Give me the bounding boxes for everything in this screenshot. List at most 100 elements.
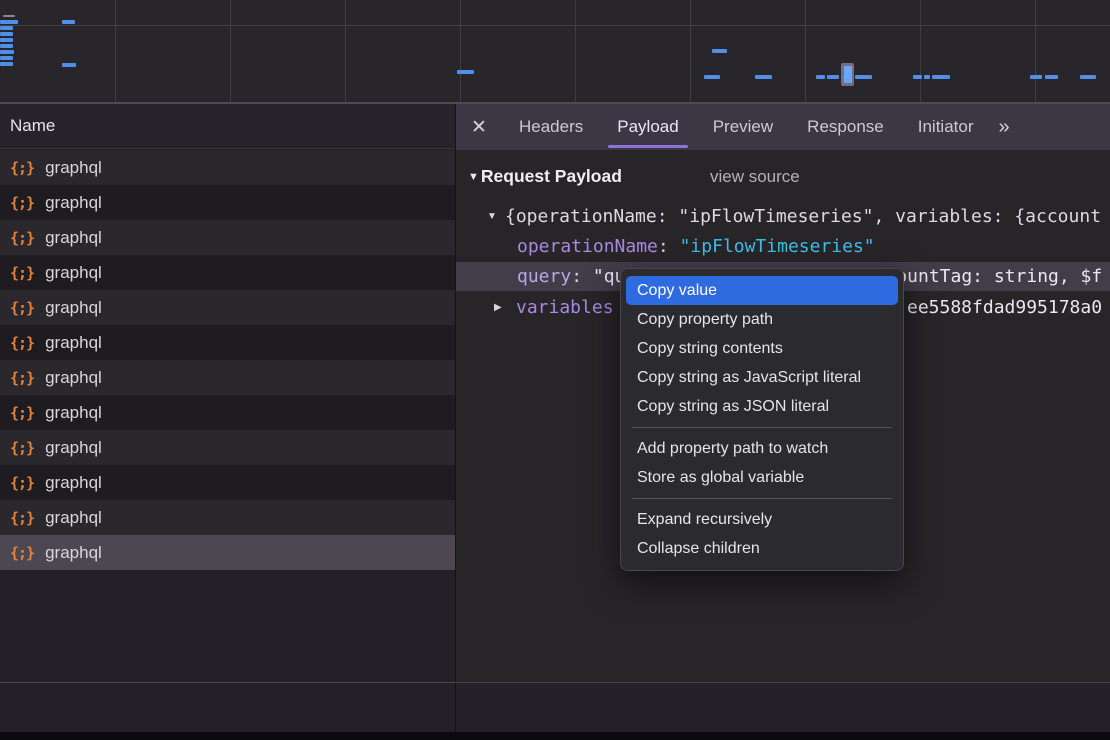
tab-initiator[interactable]: Initiator (901, 104, 991, 150)
overview-gridline (575, 0, 576, 102)
request-timing-bar (855, 75, 872, 79)
request-name: graphql (45, 543, 102, 563)
request-name: graphql (45, 438, 102, 458)
request-row[interactable]: {;}graphql (0, 150, 455, 185)
request-row[interactable]: {;} graphql (0, 535, 455, 570)
json-request-icon: {;} (10, 229, 34, 247)
request-name: graphql (45, 228, 102, 248)
request-timing-bar (62, 20, 75, 24)
property-value: "ipFlowTimeseries" (680, 236, 875, 257)
close-icon[interactable]: ✕ (456, 116, 502, 139)
menu-item-expand-recursively[interactable]: Expand recursively (626, 505, 898, 534)
request-timing-bar (62, 63, 76, 67)
request-row[interactable]: {;}graphql (0, 290, 455, 325)
tab-payload[interactable]: Payload (600, 104, 695, 150)
json-request-icon: {;} (10, 334, 34, 352)
tab-label: Headers (519, 117, 583, 137)
request-timing-bar (0, 20, 18, 24)
request-timing-bar (704, 75, 720, 79)
request-row[interactable]: {;} graphql (0, 500, 455, 535)
request-timing-bar (932, 75, 950, 79)
overview-gridline (460, 0, 461, 102)
request-row[interactable]: {;} graphql (0, 360, 455, 395)
request-row[interactable]: {;} graphql (0, 325, 455, 360)
tab-preview[interactable]: Preview (696, 104, 790, 150)
section-title: Request Payload (481, 166, 622, 187)
tab-overflow-icon[interactable]: » (998, 116, 1007, 139)
request-name: graphql (45, 333, 102, 353)
menu-item-copy-string-as-json-literal[interactable]: Copy string as JSON literal (626, 392, 898, 421)
tab-label: Initiator (918, 117, 974, 137)
request-name: graphql (45, 368, 102, 388)
json-request-icon: {;} (10, 194, 34, 212)
request-name: graphql (45, 403, 102, 423)
json-request-icon: {;} (10, 474, 34, 492)
menu-divider (632, 427, 892, 428)
json-request-icon: {;} (10, 509, 34, 527)
request-name: graphql (45, 263, 102, 283)
collapse-icon[interactable]: ▼ (487, 211, 497, 222)
overview-gridline (805, 0, 806, 102)
expand-icon[interactable]: ▶ (494, 302, 502, 313)
request-row[interactable]: {;} graphql (0, 220, 455, 255)
request-timing-bar (755, 75, 772, 79)
view-source-toggle[interactable]: view source (710, 167, 800, 187)
property-value-fragment: ee5588fdad995178a0 (907, 297, 1102, 318)
request-payload-section[interactable]: ▼ Request Payload (468, 166, 622, 187)
section-collapse-icon[interactable]: ▼ (468, 171, 479, 183)
context-menu: Copy valueCopy property pathCopy string … (620, 268, 904, 571)
overview-gridline (920, 0, 921, 102)
menu-item-copy-property-path[interactable]: Copy property path (626, 305, 898, 334)
overview-highlight-bar (844, 66, 852, 83)
request-name: graphql (45, 508, 102, 528)
devtools-network-panel: Name {;} graphql {;} graphql {;} graphql {;} gr… (0, 0, 1110, 740)
request-timing-bar (0, 62, 13, 66)
property-key: query (517, 266, 571, 287)
window-bottom-edge (0, 732, 1110, 740)
overview-gridline (230, 0, 231, 102)
tab-label: Preview (713, 117, 773, 137)
payload-root-row[interactable]: ▼ {operationName: "ipFlowTimeseries", va… (456, 201, 1110, 231)
overview-baseline (0, 25, 1110, 26)
request-timing-bar (1080, 75, 1096, 79)
menu-item-copy-string-contents[interactable]: Copy string contents (626, 334, 898, 363)
request-name: graphql (45, 158, 102, 178)
menu-item-copy-value[interactable]: Copy value (626, 276, 898, 305)
request-row[interactable]: {;} graphql (0, 465, 455, 500)
tab-label: Payload (617, 117, 678, 137)
request-name: graphql (45, 193, 102, 213)
menu-item-add-property-path-to-watch[interactable]: Add property path to watch (626, 434, 898, 463)
request-timing-bar (913, 75, 922, 79)
operation-name-row[interactable]: operationName: "ipFlowTimeseries" (456, 231, 1110, 261)
request-timing-bar (457, 70, 474, 74)
menu-item-copy-string-as-javascript-literal[interactable]: Copy string as JavaScript literal (626, 363, 898, 392)
request-row[interactable]: {;}graphql (0, 255, 455, 290)
request-row[interactable]: {;} graphql (0, 185, 455, 220)
request-timing-bar (0, 56, 13, 60)
json-request-icon: {;} (10, 544, 34, 562)
tab-headers[interactable]: Headers (502, 104, 600, 150)
tab-response[interactable]: Response (790, 104, 901, 150)
request-timing-bar (1030, 75, 1042, 79)
name-column-header[interactable]: Name (0, 104, 455, 149)
request-timing-bar (0, 32, 13, 36)
request-timing-bar (1045, 75, 1058, 79)
request-timing-bar (827, 75, 839, 79)
name-column-label: Name (10, 116, 55, 136)
request-row[interactable]: {;} graphql (0, 395, 455, 430)
overview-gridline (1035, 0, 1036, 102)
property-key: operationName (517, 236, 658, 257)
request-timing-bar (0, 26, 13, 30)
request-timing-bar (3, 15, 15, 17)
json-request-icon: {;} (10, 404, 34, 422)
property-key: variables (516, 297, 614, 318)
request-row[interactable]: {;}graphql (0, 430, 455, 465)
menu-item-store-as-global-variable[interactable]: Store as global variable (626, 463, 898, 492)
json-request-icon: {;} (10, 369, 34, 387)
tab-label: Response (807, 117, 884, 137)
request-name: graphql (45, 473, 102, 493)
menu-item-collapse-children[interactable]: Collapse children (626, 534, 898, 563)
network-overview[interactable] (0, 0, 1110, 104)
tab-list: Headers Payload Preview Response Initiator (502, 104, 990, 150)
request-name: graphql (45, 298, 102, 318)
